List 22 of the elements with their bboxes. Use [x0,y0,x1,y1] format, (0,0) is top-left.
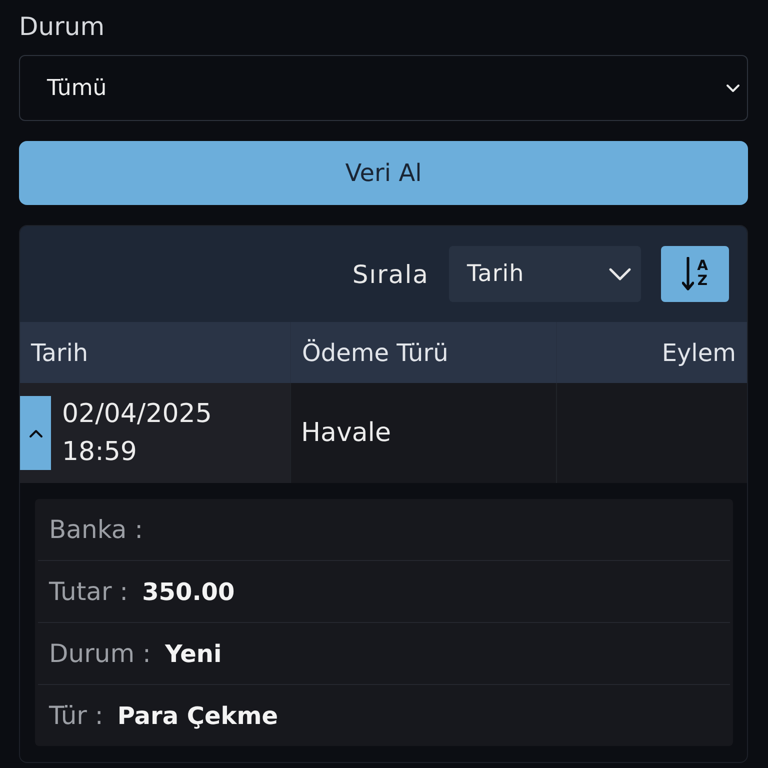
time-text: 18:59 [62,436,137,469]
column-header: Eylem [660,338,737,368]
sort-button[interactable]: A Z [661,246,729,302]
chevron-down-icon [726,84,740,92]
chevron-down-icon [609,268,631,280]
status-select[interactable]: Tümü [19,55,748,121]
field-label: Durum [19,12,105,42]
table-cell: Havale [291,383,557,483]
arrow-down-icon [682,257,694,291]
sort-select[interactable]: Tarih [449,246,641,302]
sort-label: Sırala [352,260,429,288]
detail-value: 350.00 [142,578,235,606]
caret-up-icon [28,428,42,438]
fetch-button[interactable]: Veri Al [19,141,748,205]
detail-label: Tutar : [49,577,128,606]
detail-value: Yeni [164,640,222,668]
detail-label: Durum : [49,639,151,668]
detail-value: Para Çekme [117,702,278,730]
detail-label: Banka : [49,515,144,544]
expand-button[interactable] [20,396,51,470]
detail-label: Tür : [49,701,104,730]
date-text: 02/04/2025 [62,398,212,431]
